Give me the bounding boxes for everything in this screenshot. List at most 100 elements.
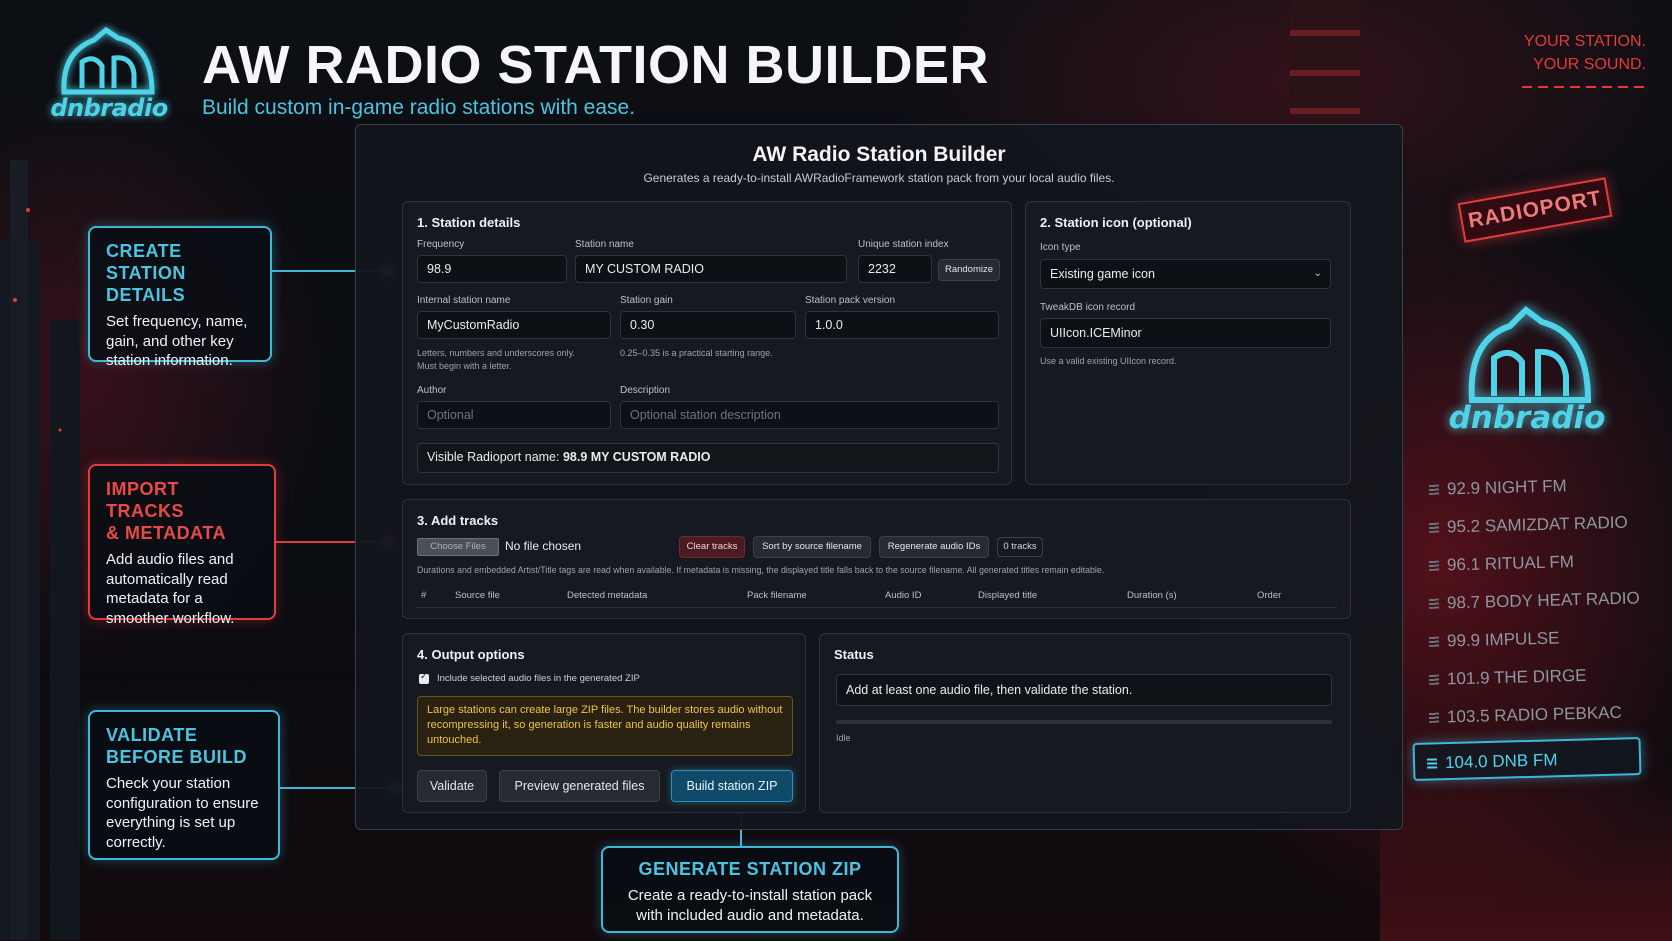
- card-title: 4. Output options: [417, 647, 525, 662]
- preview-files-button[interactable]: Preview generated files: [499, 770, 660, 802]
- callout-create-details: CREATE STATION DETAILS Set frequency, nam…: [88, 226, 272, 369]
- pack-version-label: Station pack version: [805, 295, 896, 306]
- card-title: 3. Add tracks: [417, 513, 499, 528]
- radioport-sign: RADIOPORT: [1457, 177, 1613, 243]
- station-item: 96.1 RITUAL FM: [1425, 541, 1656, 585]
- tracks-note: Durations and embedded Artist/Title tags…: [417, 565, 1105, 575]
- icon-type-value: Existing game icon: [1050, 267, 1155, 281]
- regenerate-audio-ids-button[interactable]: Regenerate audio IDs: [879, 536, 989, 558]
- signal-icon: [1428, 598, 1440, 609]
- column-header: Displayed title: [978, 590, 1038, 601]
- description-input[interactable]: Optional station description: [620, 401, 999, 429]
- status-message: Add at least one audio file, then valida…: [836, 674, 1332, 706]
- station-item: 98.7 BODY HEAT RADIO: [1425, 579, 1656, 623]
- station-details-card: 1. Station details Frequency 98.9 Statio…: [402, 201, 1012, 485]
- callout-text: Check your station configuration to ensu…: [106, 775, 259, 851]
- station-gain-input[interactable]: 0.30: [620, 311, 796, 339]
- column-header: Pack filename: [747, 590, 807, 601]
- card-title: 2. Station icon (optional): [1040, 215, 1192, 230]
- station-index-input[interactable]: 2232: [858, 255, 932, 283]
- callout-title-line-2: DETAILS: [106, 285, 186, 305]
- status-card: Status Add at least one audio file, then…: [819, 633, 1351, 813]
- signal-icon: [1428, 712, 1440, 723]
- status-progress-track: [836, 720, 1332, 724]
- station-item: 95.2 SAMIZDAT RADIO: [1425, 503, 1656, 547]
- column-header: Source file: [455, 590, 500, 601]
- callout-title: GENERATE STATION ZIP: [638, 859, 862, 879]
- column-header: Order: [1257, 590, 1282, 601]
- station-label: 96.1 RITUAL FM: [1446, 552, 1575, 575]
- slogan: YOUR STATION. YOUR SOUND.: [1524, 30, 1646, 76]
- signal-icon: [1428, 674, 1440, 685]
- station-label: 103.5 RADIO PEBKAC: [1446, 702, 1623, 727]
- signal-icon: [1428, 560, 1440, 571]
- callout-validate: VALIDATE BEFORE BUILD Check your station …: [88, 710, 280, 860]
- station-label: 104.0 DNB FM: [1444, 750, 1558, 773]
- clear-tracks-button[interactable]: Clear tracks: [679, 536, 745, 558]
- status-state: Idle: [836, 733, 851, 743]
- icon-record-input[interactable]: UIIcon.ICEMinor: [1040, 318, 1331, 348]
- build-zip-button[interactable]: Build station ZIP: [671, 770, 793, 802]
- card-title: 1. Station details: [417, 215, 521, 230]
- radio-logo-icon: [1468, 306, 1592, 403]
- internal-name-label: Internal station name: [417, 295, 511, 306]
- card-title: Status: [834, 647, 874, 662]
- station-name-input[interactable]: MY CUSTOM RADIO: [575, 255, 847, 283]
- author-input[interactable]: Optional: [417, 401, 611, 429]
- column-header: Duration (s): [1127, 590, 1177, 601]
- internal-hint-line-1: Letters, numbers and underscores only.: [417, 348, 575, 358]
- add-tracks-card: 3. Add tracks Choose Files No file chose…: [402, 499, 1351, 619]
- callout-title-line-1: VALIDATE: [106, 725, 198, 745]
- frequency-input[interactable]: 98.9: [417, 255, 567, 283]
- station-item: 92.9 NIGHT FM: [1425, 465, 1656, 509]
- logo-text: dnbradio: [50, 94, 168, 122]
- callout-title: IMPORT TRACKS & METADATA: [106, 478, 258, 544]
- station-item: 99.9 IMPULSE: [1425, 617, 1656, 661]
- signal-icon: [1428, 522, 1440, 533]
- logo-text: dnbradio: [1448, 400, 1606, 436]
- internal-name-input[interactable]: MyCustomRadio: [417, 311, 611, 339]
- background-reflection: [1380, 760, 1672, 941]
- background-tower: [1290, 0, 1360, 130]
- callout-title-line-1: IMPORT TRACKS: [106, 479, 184, 521]
- background-city-skyline: [0, 160, 80, 940]
- visible-name-prefix: Visible Radioport name:: [427, 450, 560, 464]
- station-item: 103.5 RADIO PEBKAC: [1425, 693, 1656, 737]
- callout-generate-zip: GENERATE STATION ZIP Create a ready-to-i…: [601, 846, 899, 933]
- sort-by-filename-button[interactable]: Sort by source filename: [753, 536, 871, 558]
- large-zip-warning: Large stations can create large ZIP file…: [417, 696, 793, 756]
- callout-text: Add audio files and automatically read m…: [106, 551, 235, 627]
- pack-version-input[interactable]: 1.0.0: [805, 311, 999, 339]
- visible-radioport-name: Visible Radioport name: 98.9 MY CUSTOM R…: [417, 443, 999, 473]
- callout-import-tracks: IMPORT TRACKS & METADATA Add audio files …: [88, 464, 276, 627]
- page-title: AW RADIO STATION BUILDER: [202, 35, 989, 95]
- signal-icon: [1428, 484, 1440, 495]
- station-item-active: 104.0 DNB FM: [1412, 737, 1642, 781]
- icon-type-select[interactable]: Existing game icon ⌄: [1040, 259, 1331, 289]
- randomize-button[interactable]: Randomize: [938, 259, 1000, 281]
- checkmark-icon: ✓: [420, 671, 428, 681]
- builder-panel: AW Radio Station Builder Generates a rea…: [355, 124, 1403, 830]
- station-label: 101.9 THE DIRGE: [1446, 665, 1587, 689]
- station-gain-hint: 0.25–0.35 is a practical starting range.: [620, 348, 773, 358]
- slogan-line-2: YOUR SOUND.: [1533, 56, 1646, 73]
- include-audio-checkbox[interactable]: ✓: [419, 671, 429, 684]
- station-label: 92.9 NIGHT FM: [1446, 476, 1567, 499]
- validate-button[interactable]: Validate: [417, 770, 487, 802]
- icon-type-label: Icon type: [1040, 242, 1081, 253]
- station-gain-label: Station gain: [620, 295, 673, 306]
- page-subtitle: Build custom in-game radio stations with…: [202, 96, 636, 119]
- callout-title: CREATE STATION DETAILS: [106, 240, 254, 306]
- icon-record-label: TweakDB icon record: [1040, 302, 1136, 313]
- chevron-down-icon: ⌄: [1313, 268, 1322, 279]
- slogan-divider: [1522, 86, 1646, 88]
- station-label: 98.7 BODY HEAT RADIO: [1446, 588, 1640, 613]
- station-icon-card: 2. Station icon (optional) Icon type Exi…: [1025, 201, 1351, 485]
- choose-files-button[interactable]: Choose Files: [417, 538, 499, 556]
- tracks-table-header: # Source file Detected metadata Pack fil…: [417, 584, 1337, 608]
- station-index-label: Unique station index: [858, 239, 949, 250]
- callout-title-line-1: CREATE STATION: [106, 241, 186, 283]
- icon-record-hint: Use a valid existing UIIcon record.: [1040, 356, 1177, 366]
- panel-title: AW Radio Station Builder: [752, 143, 1006, 166]
- description-label: Description: [620, 385, 671, 396]
